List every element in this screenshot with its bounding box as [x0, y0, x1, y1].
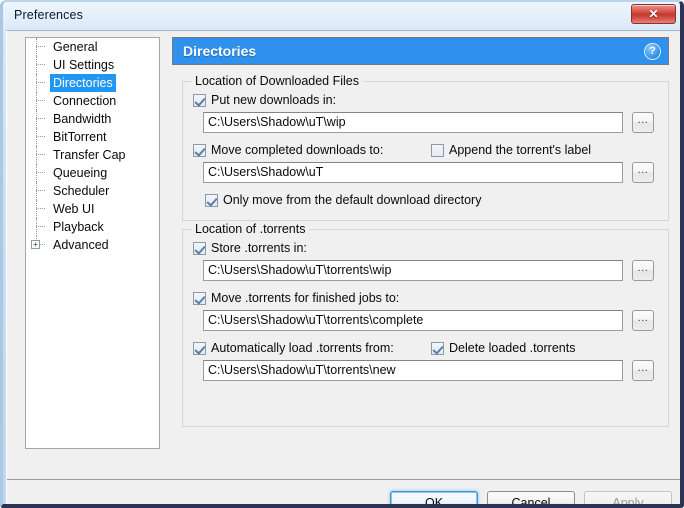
group-legend: Location of .torrents — [191, 222, 310, 236]
put-new-downloads-input-row: C:\Users\Shadow\uT\wip ... — [203, 112, 654, 133]
tree-dash — [36, 100, 45, 102]
sidebar-item-bandwidth[interactable]: Bandwidth — [26, 110, 159, 128]
sidebar-item-label: Transfer Cap — [53, 148, 126, 162]
put-new-downloads-input[interactable]: C:\Users\Shadow\uT\wip — [203, 112, 623, 133]
move-completed-checkbox[interactable] — [193, 143, 206, 157]
tree-dash — [36, 136, 45, 138]
delete-loaded-torrents-checkbox[interactable] — [431, 341, 444, 355]
sidebar-tree[interactable]: General UI Settings Directories Connecti… — [25, 37, 160, 449]
tree-dash — [36, 82, 45, 84]
sidebar-item-label: Advanced — [53, 238, 109, 252]
help-icon[interactable]: ? — [644, 43, 661, 60]
put-new-downloads-checkbox-row[interactable]: Put new downloads in: — [193, 93, 336, 107]
delete-loaded-torrents-label: Delete loaded .torrents — [449, 341, 576, 355]
sidebar-item-playback[interactable]: Playback — [26, 218, 159, 236]
sidebar-item-label: Playback — [53, 220, 104, 234]
sidebar-item-directories[interactable]: Directories — [26, 74, 159, 92]
sidebar-item-label: Directories — [50, 74, 116, 92]
tree-dash — [36, 64, 45, 66]
store-torrents-input-row: C:\Users\Shadow\uT\torrents\wip ... — [203, 260, 654, 281]
auto-load-torrents-checkbox[interactable] — [193, 341, 206, 355]
button-bar: OK Cancel Apply — [7, 480, 680, 508]
sidebar-item-label: BitTorrent — [53, 130, 107, 144]
titlebar: Preferences ✕ — [3, 2, 680, 30]
tree-dash — [36, 172, 45, 174]
tree-dash — [36, 208, 45, 210]
delete-loaded-torrents-checkbox-row[interactable]: Delete loaded .torrents — [431, 341, 575, 355]
cancel-button[interactable]: Cancel — [487, 491, 575, 504]
move-completed-label: Move completed downloads to: — [211, 143, 384, 157]
put-new-downloads-browse-button[interactable]: ... — [632, 112, 654, 133]
append-torrent-label-checkbox-row[interactable]: Append the torrent's label — [431, 143, 591, 157]
move-finished-torrents-checkbox-row[interactable]: Move .torrents for finished jobs to: — [193, 291, 399, 305]
settings-panel: Directories ? Location of Downloaded Fil… — [172, 37, 669, 449]
move-completed-checkbox-row[interactable]: Move completed downloads to: — [193, 143, 383, 157]
page-title: Directories — [183, 43, 257, 59]
only-move-default-label: Only move from the default download dire… — [223, 193, 482, 207]
move-completed-input-row: C:\Users\Shadow\uT ... — [203, 162, 654, 183]
auto-load-torrents-input-row: C:\Users\Shadow\uT\torrents\new ... — [203, 360, 654, 381]
auto-load-torrents-browse-button[interactable]: ... — [632, 360, 654, 381]
store-torrents-browse-button[interactable]: ... — [632, 260, 654, 281]
group-legend: Location of Downloaded Files — [191, 74, 363, 88]
move-finished-torrents-browse-button[interactable]: ... — [632, 310, 654, 331]
store-torrents-checkbox-row[interactable]: Store .torrents in: — [193, 241, 307, 255]
auto-load-torrents-input[interactable]: C:\Users\Shadow\uT\torrents\new — [203, 360, 623, 381]
tree-dash — [36, 154, 45, 156]
group-location-torrents: Location of .torrents Store .torrents in… — [182, 222, 669, 427]
sidebar-item-ui-settings[interactable]: UI Settings — [26, 56, 159, 74]
put-new-downloads-checkbox[interactable] — [193, 93, 206, 107]
store-torrents-label: Store .torrents in: — [211, 241, 307, 255]
move-finished-torrents-label: Move .torrents for finished jobs to: — [211, 291, 400, 305]
group-location-downloaded-files: Location of Downloaded Files Put new dow… — [182, 74, 669, 221]
sidebar-item-queueing[interactable]: Queueing — [26, 164, 159, 182]
sidebar-item-advanced[interactable]: + Advanced — [26, 236, 159, 254]
tree-dash — [36, 46, 45, 48]
sidebar-item-connection[interactable]: Connection — [26, 92, 159, 110]
move-completed-browse-button[interactable]: ... — [632, 162, 654, 183]
sidebar-item-label: Queueing — [53, 166, 108, 180]
sidebar-item-bittorrent[interactable]: BitTorrent — [26, 128, 159, 146]
tree-dash — [36, 118, 45, 120]
store-torrents-input[interactable]: C:\Users\Shadow\uT\torrents\wip — [203, 260, 623, 281]
apply-accelerator: A — [612, 496, 621, 508]
auto-load-torrents-label: Automatically load .torrents from: — [211, 341, 394, 355]
move-finished-torrents-checkbox[interactable] — [193, 291, 206, 305]
move-finished-torrents-input[interactable]: C:\Users\Shadow\uT\torrents\complete — [203, 310, 623, 331]
preferences-window: Preferences ✕ General UI Settings Direct… — [0, 0, 684, 508]
only-move-default-checkbox[interactable] — [205, 193, 218, 207]
sidebar-item-label: Connection — [53, 94, 117, 108]
move-completed-input[interactable]: C:\Users\Shadow\uT — [203, 162, 623, 183]
only-move-default-checkbox-row[interactable]: Only move from the default download dire… — [205, 193, 481, 207]
apply-button[interactable]: Apply — [584, 491, 672, 508]
tree-dash — [36, 226, 45, 228]
expand-plus-icon[interactable]: + — [31, 240, 40, 249]
append-torrent-label-checkbox[interactable] — [431, 143, 444, 157]
close-icon[interactable]: ✕ — [631, 4, 676, 24]
window-title: Preferences — [14, 8, 84, 22]
apply-label-rest: pply — [620, 496, 644, 508]
sidebar-item-web-ui[interactable]: Web UI — [26, 200, 159, 218]
store-torrents-checkbox[interactable] — [193, 241, 206, 255]
put-new-downloads-label: Put new downloads in: — [211, 93, 337, 107]
ok-button[interactable]: OK — [390, 491, 478, 504]
sidebar-item-label: Web UI — [53, 202, 95, 216]
sidebar-item-label: General — [53, 40, 98, 54]
sidebar-item-scheduler[interactable]: Scheduler — [26, 182, 159, 200]
auto-load-torrents-checkbox-row[interactable]: Automatically load .torrents from: — [193, 341, 394, 355]
sidebar-item-transfer-cap[interactable]: Transfer Cap — [26, 146, 159, 164]
move-finished-torrents-input-row: C:\Users\Shadow\uT\torrents\complete ... — [203, 310, 654, 331]
sidebar-item-label: UI Settings — [53, 58, 115, 72]
page-header: Directories ? — [172, 37, 669, 65]
tree-dash — [36, 190, 45, 192]
dialog-body: General UI Settings Directories Connecti… — [6, 30, 680, 504]
sidebar-item-label: Scheduler — [53, 184, 110, 198]
sidebar-item-general[interactable]: General — [26, 38, 159, 56]
append-torrent-label-label: Append the torrent's label — [449, 143, 592, 157]
sidebar-item-label: Bandwidth — [53, 112, 112, 126]
